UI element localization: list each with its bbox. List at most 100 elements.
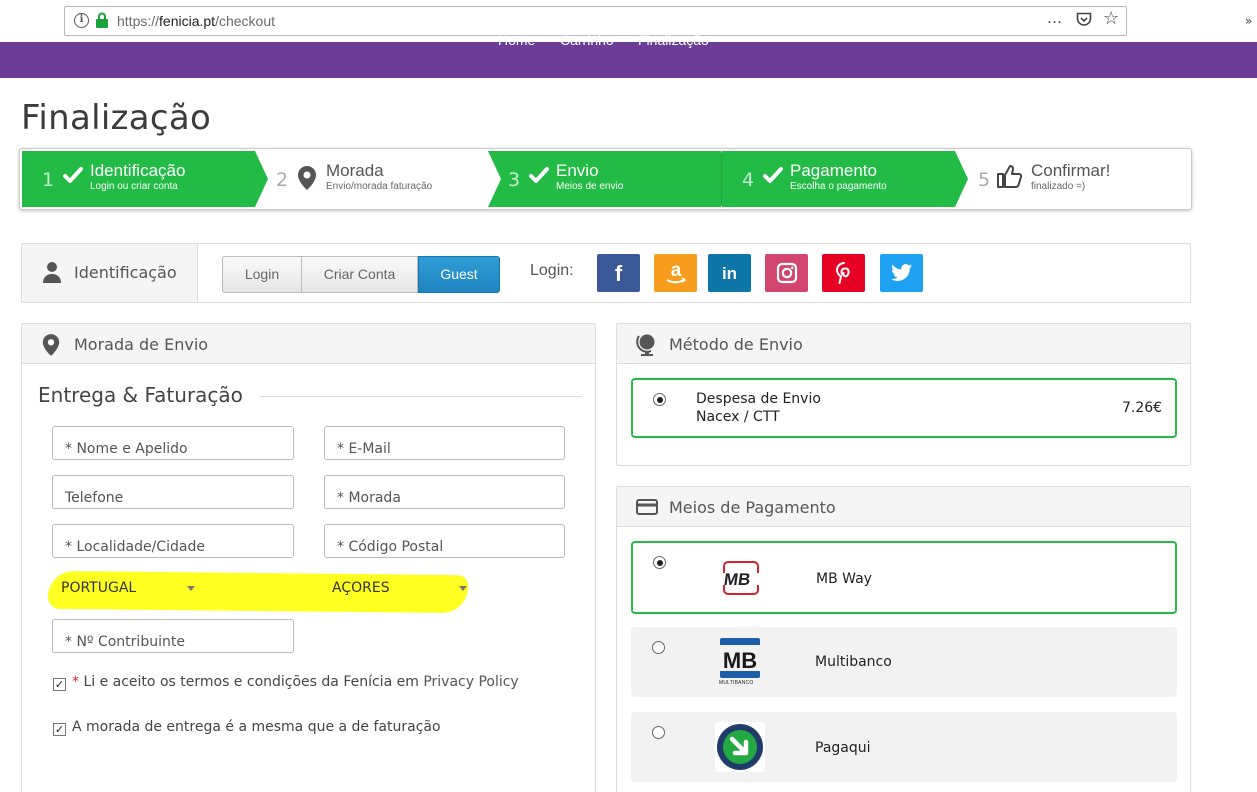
- tab-criar-conta[interactable]: Criar Conta: [301, 256, 418, 293]
- step-number: 1: [42, 169, 55, 191]
- lock-icon[interactable]: [95, 12, 109, 32]
- overflow-chevron-icon[interactable]: »: [1245, 14, 1252, 28]
- payment-methods-header: Meios de Pagamento: [617, 487, 1190, 527]
- instagram-icon: [776, 262, 798, 288]
- svg-text:a: a: [670, 260, 681, 281]
- step-pagamento[interactable]: 4 Pagamento Escolha o pagamento: [722, 151, 955, 207]
- main-nav: Home Carrinho Finalização: [0, 32, 1257, 78]
- more-actions-icon[interactable]: …: [1047, 9, 1063, 27]
- svg-text:MB: MB: [723, 570, 752, 589]
- payment-radio[interactable]: [652, 726, 665, 739]
- step-confirmar[interactable]: 5 Confirmar! finalizado =): [968, 151, 1190, 207]
- terms-text: * Li e aceito os termos e condições da F…: [72, 674, 519, 690]
- step-identificacao[interactable]: 1 Identificação Login ou criar conta: [22, 151, 255, 207]
- phone-field[interactable]: Telefone: [52, 475, 294, 509]
- url-text[interactable]: https://fenicia.pt/checkout: [117, 13, 275, 29]
- instagram-login-button[interactable]: [765, 254, 808, 292]
- city-field[interactable]: * Localidade/Cidade: [52, 524, 294, 558]
- payment-option-multibanco[interactable]: MB MULTIBANCO Multibanco: [631, 627, 1177, 697]
- checkout-page: i https://fenicia.pt/checkout … ☆ » Home…: [0, 0, 1257, 792]
- shipping-option-despesa[interactable]: Despesa de Envio Nacex / CTT 7.26€: [631, 378, 1177, 438]
- step-arrow: [255, 151, 268, 207]
- step-envio[interactable]: 3 Envio Meios de envio: [488, 151, 721, 207]
- multibanco-logo: MB MULTIBANCO: [715, 636, 765, 686]
- privacy-policy-link[interactable]: Privacy Policy: [423, 674, 518, 690]
- step-sublabel: Meios de envio: [556, 181, 624, 192]
- step-sublabel: Login ou criar conta: [90, 181, 178, 192]
- step-label: Confirmar!: [1031, 161, 1111, 180]
- pinterest-login-button[interactable]: [822, 254, 865, 292]
- shipping-address-panel: Morada de Envio Entrega & Faturação * No…: [21, 323, 596, 792]
- nav-item-cart[interactable]: Carrinho: [560, 32, 614, 48]
- payment-option-label: MB Way: [816, 571, 872, 587]
- payment-option-mbway[interactable]: MB MB Way: [631, 541, 1177, 614]
- step-label: Morada: [326, 161, 384, 180]
- location-pin-icon: [41, 333, 61, 361]
- step-sublabel: Escolha o pagamento: [790, 181, 887, 192]
- payment-option-pagaqui[interactable]: Pagaqui: [631, 712, 1177, 782]
- required-asterisk: *: [72, 674, 79, 690]
- bookmark-star-icon[interactable]: ☆: [1103, 8, 1119, 29]
- check-icon: [762, 165, 784, 191]
- payment-radio[interactable]: [653, 556, 666, 569]
- name-field[interactable]: * Nome e Apelido: [52, 426, 294, 460]
- payment-option-label: Multibanco: [815, 654, 892, 670]
- check-icon: [528, 165, 550, 191]
- svg-text:MB: MB: [723, 648, 757, 673]
- step-label: Envio: [556, 161, 599, 180]
- page-title: Finalização: [21, 98, 212, 138]
- nav-item-checkout[interactable]: Finalização: [638, 32, 709, 48]
- facebook-icon: f: [614, 261, 623, 286]
- section-divider: [260, 396, 582, 397]
- nav-item-home[interactable]: Home: [498, 32, 535, 48]
- identification-bar: Identificação Login Criar Conta Guest Lo…: [21, 243, 1191, 303]
- credit-card-icon: [636, 499, 658, 519]
- postal-code-field[interactable]: * Código Postal: [324, 524, 565, 558]
- facebook-login-button[interactable]: f: [597, 254, 640, 292]
- globe-icon: [636, 332, 658, 360]
- tab-login[interactable]: Login: [222, 256, 302, 293]
- payment-methods-title: Meios de Pagamento: [669, 498, 836, 517]
- payment-radio[interactable]: [652, 641, 665, 654]
- step-number: 3: [508, 169, 521, 191]
- nif-field[interactable]: * Nº Contribuinte: [52, 619, 294, 653]
- mbway-logo: MB: [716, 553, 766, 603]
- amazon-login-button[interactable]: a: [654, 254, 697, 292]
- site-info-icon[interactable]: i: [74, 13, 89, 28]
- tab-guest[interactable]: Guest: [418, 256, 500, 293]
- country-select[interactable]: PORTUGAL: [61, 580, 136, 596]
- step-number: 2: [276, 169, 289, 191]
- address-field[interactable]: * Morada: [324, 475, 565, 509]
- social-login-label: Login:: [530, 262, 574, 279]
- pinterest-icon: [835, 262, 852, 288]
- twitter-login-button[interactable]: [880, 254, 923, 292]
- linkedin-login-button[interactable]: in: [708, 254, 751, 292]
- identification-header: Identificação: [22, 244, 198, 302]
- same-address-checkbox[interactable]: ✓: [53, 723, 66, 736]
- step-arrow: [955, 151, 968, 207]
- shipping-option-carrier: Nacex / CTT: [696, 409, 780, 425]
- payment-option-label: Pagaqui: [815, 740, 871, 756]
- shipping-method-header: Método de Envio: [617, 324, 1190, 364]
- same-address-label: A morada de entrega é a mesma que a de f…: [72, 719, 441, 735]
- region-select[interactable]: AÇORES: [332, 580, 390, 596]
- terms-checkbox[interactable]: ✓: [53, 678, 66, 691]
- payment-methods-panel: Meios de Pagamento MB MB Way MB MULTIBAN…: [616, 486, 1191, 792]
- shipping-method-panel: Método de Envio Despesa de Envio Nacex /…: [616, 323, 1191, 466]
- country-chevron-down-icon[interactable]: [187, 586, 195, 591]
- step-label: Identificação: [90, 161, 186, 180]
- step-arrow: [488, 151, 501, 207]
- step-sublabel: Envio/morada faturação: [326, 181, 433, 192]
- shipping-address-header: Morada de Envio: [22, 324, 595, 364]
- email-field[interactable]: * E-Mail: [324, 426, 565, 460]
- amazon-icon: a: [664, 260, 688, 291]
- shipping-panel-title: Morada de Envio: [74, 335, 209, 354]
- region-chevron-down-icon[interactable]: [459, 586, 467, 591]
- step-number: 5: [978, 169, 991, 191]
- twitter-icon: [890, 264, 913, 287]
- user-icon: [43, 261, 61, 287]
- step-label: Pagamento: [790, 161, 877, 180]
- shipping-radio[interactable]: [653, 393, 666, 406]
- pocket-icon[interactable]: [1076, 12, 1092, 31]
- step-morada[interactable]: 2 Morada Envio/morada faturação: [268, 151, 488, 207]
